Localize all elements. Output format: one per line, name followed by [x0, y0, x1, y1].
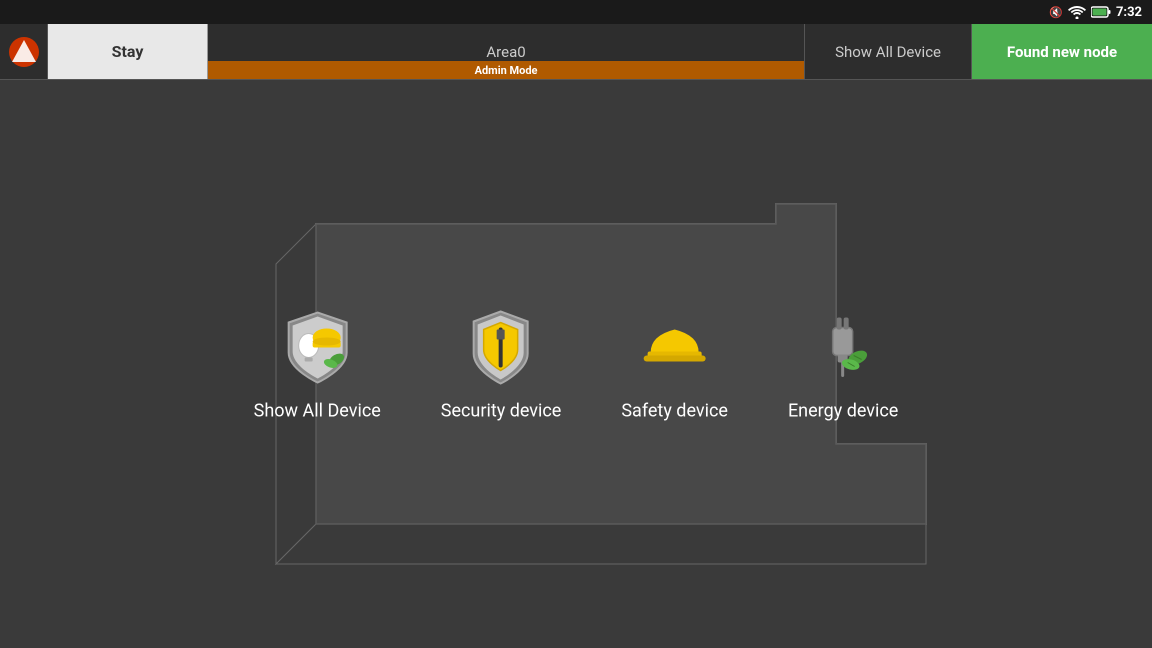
- app-logo: [0, 24, 48, 79]
- mute-icon: 🔇: [1049, 6, 1063, 19]
- status-time: 7:32: [1116, 5, 1142, 20]
- safety-device-item[interactable]: Safety device: [621, 307, 728, 422]
- logo-icon: [8, 36, 40, 68]
- status-icons: 🔇 7:32: [1049, 5, 1142, 20]
- show-all-device-button[interactable]: Show All Device: [805, 24, 972, 79]
- device-grid: Show All Device !: [254, 307, 899, 422]
- safety-device-icon: [636, 308, 714, 386]
- energy-device-label: Energy device: [788, 401, 898, 422]
- safety-icon-wrapper: [635, 307, 715, 387]
- show-all-icon-wrapper: [277, 307, 357, 387]
- main-content: Show All Device !: [0, 80, 1152, 648]
- status-bar: 🔇 7:32: [0, 0, 1152, 24]
- energy-icon-wrapper: [803, 307, 883, 387]
- security-device-label: Security device: [441, 401, 562, 422]
- area-section: Area0 Admin Mode: [208, 24, 805, 79]
- admin-mode-label: Admin Mode: [475, 64, 538, 77]
- wifi-icon: [1068, 5, 1086, 19]
- security-device-item[interactable]: ! Security device: [441, 307, 562, 422]
- floor-plan: Show All Device !: [196, 144, 956, 584]
- found-new-node-button[interactable]: Found new node: [972, 24, 1152, 79]
- show-all-device-item[interactable]: Show All Device: [254, 307, 381, 422]
- stay-button[interactable]: Stay: [48, 24, 208, 79]
- energy-device-icon: [804, 308, 882, 386]
- admin-mode-bar: Admin Mode: [208, 61, 804, 79]
- show-all-device-label: Show All Device: [254, 401, 381, 422]
- show-all-device-icon: [278, 308, 356, 386]
- security-icon-wrapper: !: [461, 307, 541, 387]
- svg-text:!: !: [499, 342, 504, 363]
- battery-icon: [1091, 6, 1111, 18]
- safety-device-label: Safety device: [621, 401, 728, 422]
- energy-device-item[interactable]: Energy device: [788, 307, 898, 422]
- security-device-icon: !: [462, 308, 540, 386]
- area-label: Area0: [486, 43, 525, 61]
- top-bar: Stay Area0 Admin Mode Show All Device Fo…: [0, 24, 1152, 80]
